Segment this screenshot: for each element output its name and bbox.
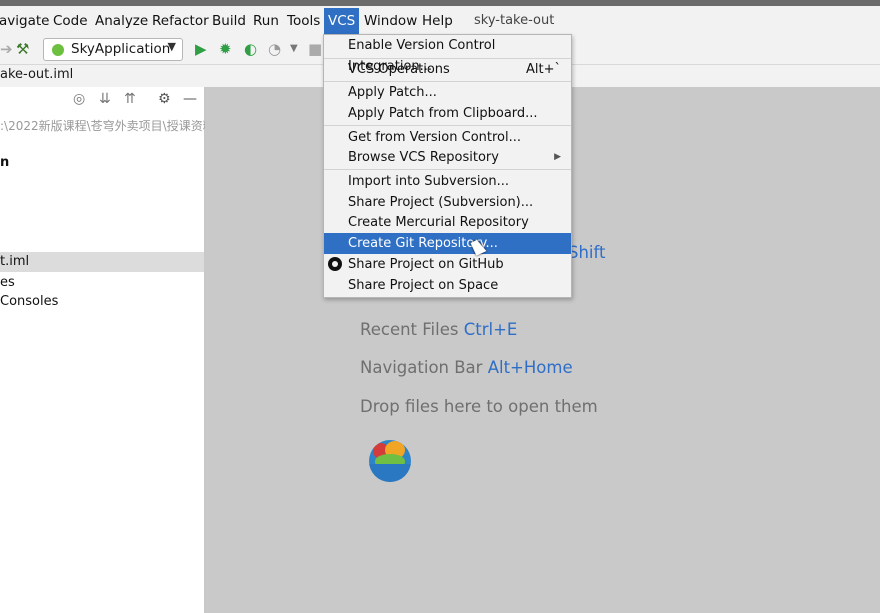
run-configuration-label: SkyApplication <box>71 41 171 57</box>
tree-item-iml-label: t.iml <box>0 254 30 269</box>
run-configuration-select[interactable]: SkyApplication ▼ <box>43 38 183 61</box>
menu-item-vcs-operations-label: VCS Operations <box>348 62 450 77</box>
menu-refactor[interactable]: Refactor <box>152 13 209 29</box>
hint-drop-files: Drop files here to open them <box>360 397 598 416</box>
hint-partial-shortcut-text: Shift <box>568 243 606 262</box>
menu-item-enable-vcs[interactable]: Enable Version Control Integration... <box>324 35 571 74</box>
tree-path: :\2022新版课程\苍穹外卖项目\授课资料 <box>0 117 215 134</box>
submenu-arrow-icon: ▶ <box>554 152 561 162</box>
menu-item-apply-patch[interactable]: Apply Patch... <box>324 82 571 103</box>
hint-drop-files-label: Drop files here to open them <box>360 397 598 416</box>
hammer-icon[interactable]: ⚒ <box>16 40 29 58</box>
vcs-dropdown-menu: Enable Version Control Integration... VC… <box>323 34 572 298</box>
menu-bar: avigate Code Analyze Refactor Build Run … <box>0 6 880 35</box>
menu-build[interactable]: Build <box>212 13 246 29</box>
forward-arrow-icon[interactable]: ➔ <box>0 40 13 58</box>
menu-item-share-github-label: Share Project on GitHub <box>348 257 504 272</box>
menu-item-create-git-repository[interactable]: Create Git Repository... <box>324 233 571 254</box>
menu-item-share-space-label: Share Project on Space <box>348 278 499 293</box>
menu-separator <box>324 169 571 170</box>
menu-help[interactable]: Help <box>422 13 453 29</box>
profile-icon[interactable]: ◔ <box>268 40 281 58</box>
hide-icon[interactable]: — <box>183 91 197 107</box>
tree-item-iml[interactable]: t.iml <box>0 252 204 272</box>
project-tool-window: ◎ ⇊ ⇈ ⚙ — :\2022新版课程\苍穹外卖项目\授课资料 n t.iml… <box>0 87 215 613</box>
menu-navigate[interactable]: avigate <box>0 13 49 29</box>
hint-recent-files-label: Recent Files <box>360 320 459 339</box>
menu-tools[interactable]: Tools <box>287 13 320 29</box>
menu-item-create-mercurial-label: Create Mercurial Repository <box>348 215 529 230</box>
menu-item-browse-vcs-repository[interactable]: Browse VCS Repository ▶ <box>324 147 571 168</box>
spring-icon <box>52 44 64 56</box>
menu-vcs[interactable]: VCS <box>324 8 360 35</box>
menu-item-create-mercurial[interactable]: Create Mercurial Repository <box>324 212 571 233</box>
tree-item-scratches-consoles[interactable]: Consoles <box>0 294 58 309</box>
run-icon[interactable]: ▶ <box>195 40 207 58</box>
expand-all-icon[interactable]: ⇊ <box>99 91 111 107</box>
menu-item-apply-patch-clipboard-label: Apply Patch from Clipboard... <box>348 106 538 121</box>
menu-item-get-from-vcs[interactable]: Get from Version Control... <box>324 127 571 148</box>
menu-separator <box>324 125 571 126</box>
menu-item-vcs-operations[interactable]: VCS Operations Alt+` <box>324 59 571 80</box>
tree-item-module[interactable]: n <box>0 155 9 170</box>
coverage-icon[interactable]: ◐ <box>244 40 257 58</box>
menu-item-share-subversion[interactable]: Share Project (Subversion)... <box>324 192 571 213</box>
menu-item-import-subversion-label: Import into Subversion... <box>348 174 510 189</box>
github-icon <box>328 257 342 271</box>
menu-item-vcs-operations-shortcut: Alt+` <box>526 62 561 77</box>
menu-analyze[interactable]: Analyze <box>95 13 148 29</box>
menu-item-share-subversion-label: Share Project (Subversion)... <box>348 195 534 210</box>
menu-run[interactable]: Run <box>253 13 279 29</box>
tree-item-external-libraries[interactable]: es <box>0 275 15 290</box>
path-file-label[interactable]: ake-out.iml <box>0 67 73 82</box>
fruit-bowl-logo <box>369 440 411 482</box>
more-run-options-icon[interactable]: ▼ <box>290 43 298 54</box>
hint-recent-files-shortcut: Ctrl+E <box>463 320 518 339</box>
menu-item-share-github[interactable]: Share Project on GitHub <box>324 254 571 275</box>
project-path-text: :\2022新版课程\苍穹外卖项目\授课资料 <box>0 119 215 133</box>
locate-icon[interactable]: ◎ <box>73 91 85 107</box>
menu-item-apply-patch-label: Apply Patch... <box>348 85 437 100</box>
gear-icon[interactable]: ⚙ <box>158 91 171 107</box>
hint-recent-files: Recent Files Ctrl+E <box>360 320 517 339</box>
debug-icon[interactable]: ✹ <box>219 40 232 58</box>
menu-item-apply-patch-clipboard[interactable]: Apply Patch from Clipboard... <box>324 103 571 124</box>
menu-item-import-subversion[interactable]: Import into Subversion... <box>324 171 571 192</box>
stop-icon[interactable]: ■ <box>308 40 322 58</box>
hint-navigation-bar: Navigation Bar Alt+Home <box>360 358 573 377</box>
project-panel-toolbar: ◎ ⇊ ⇈ ⚙ — <box>0 87 204 113</box>
collapse-all-icon[interactable]: ⇈ <box>124 91 136 107</box>
hint-navigation-bar-label: Navigation Bar <box>360 358 483 377</box>
hint-navigation-bar-shortcut: Alt+Home <box>487 358 573 377</box>
hint-partial-shortcut: Shift <box>568 243 606 262</box>
menu-item-browse-vcs-repository-label: Browse VCS Repository <box>348 150 499 165</box>
menu-code[interactable]: Code <box>53 13 88 29</box>
menu-window[interactable]: Window <box>364 13 417 29</box>
menu-item-get-from-vcs-label: Get from Version Control... <box>348 130 522 145</box>
app-title: sky-take-out <box>474 13 555 28</box>
menu-item-share-space[interactable]: Share Project on Space <box>324 275 571 296</box>
chevron-down-icon: ▼ <box>167 40 176 53</box>
